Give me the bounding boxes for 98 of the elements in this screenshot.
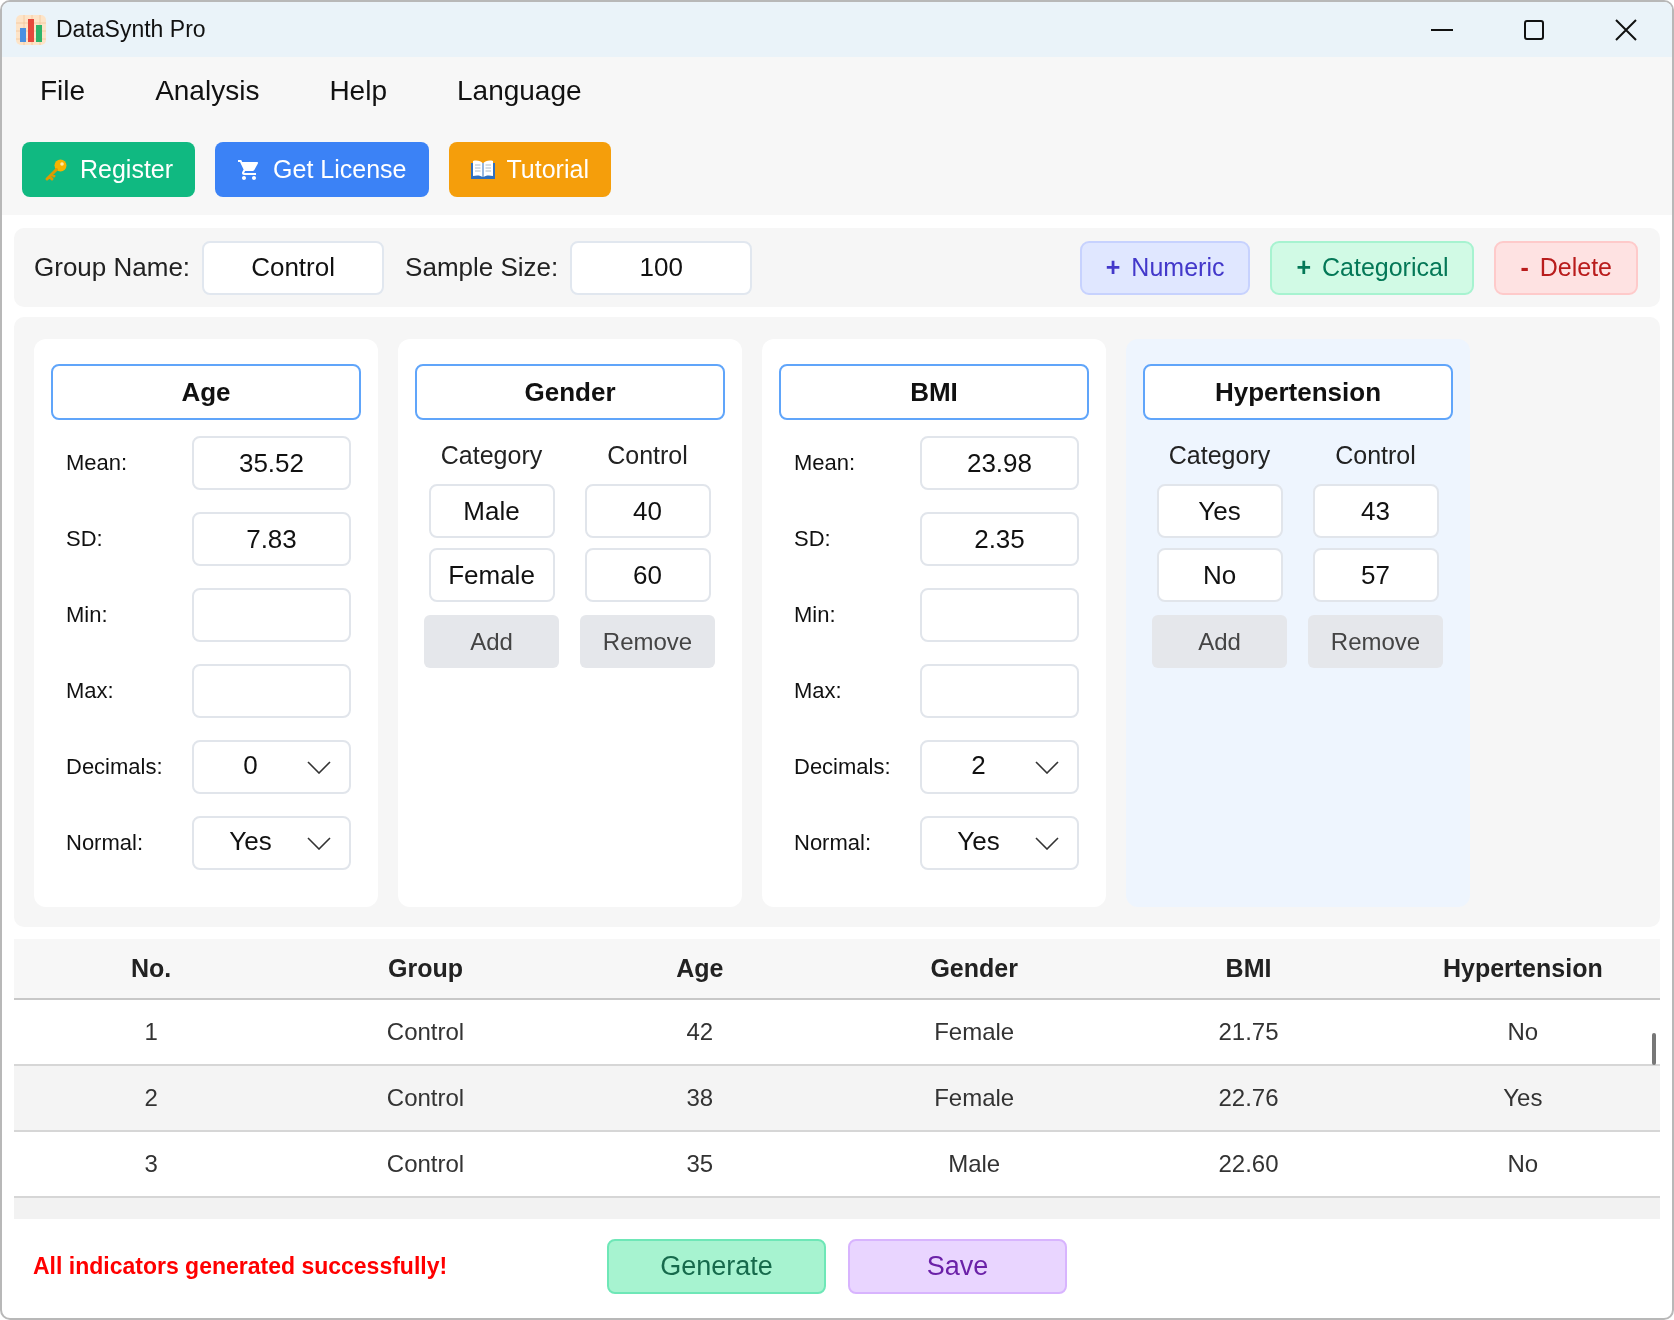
- table-cell-text: Female: [933, 1018, 1016, 1046]
- field-label: Mean:: [65, 450, 128, 476]
- value-field[interactable]: 2.35: [920, 512, 1079, 566]
- column-header: Control: [1335, 440, 1416, 470]
- footer-button[interactable]: Generate: [607, 1239, 826, 1294]
- variable-name-field[interactable]: Age: [51, 364, 361, 420]
- value-field[interactable]: [192, 664, 351, 718]
- variable-card[interactable]: Gender Category Control Male 40 Female 60 Add Remove: [398, 339, 742, 907]
- field-label: Max:: [793, 678, 842, 704]
- field-label: Normal:: [793, 830, 871, 856]
- chevron-down-icon: [307, 836, 331, 850]
- footer-button[interactable]: Save: [848, 1239, 1067, 1294]
- field-label: Normal:: [65, 830, 143, 856]
- action-button[interactable]: + Categorical: [1270, 240, 1475, 295]
- variable-name-field[interactable]: Gender: [415, 364, 725, 420]
- category-field[interactable]: No: [1156, 548, 1283, 602]
- field-label: SD:: [65, 526, 103, 552]
- category-field[interactable]: Female: [428, 548, 555, 602]
- table-cell-text: Female: [933, 1084, 1016, 1112]
- count-field[interactable]: 40: [584, 484, 711, 538]
- action-button[interactable]: + Numeric: [1079, 240, 1251, 295]
- value-field[interactable]: [920, 664, 1079, 718]
- menu-item[interactable]: File: [40, 75, 86, 107]
- table-cell-text: 22.76: [1217, 1084, 1280, 1112]
- column-header: Gender: [929, 954, 1019, 983]
- field-label: Mean:: [793, 450, 856, 476]
- variable-card[interactable]: Hypertension Category Control Yes 43 No 57 Add Remove: [1126, 339, 1470, 907]
- count-field[interactable]: 60: [584, 548, 711, 602]
- column-header: Age: [675, 954, 725, 983]
- variable-card[interactable]: Age Mean: 35.52 SD: 7.83 Min: Max: Decimals: 0 Normal: Yes: [34, 339, 378, 907]
- column-header: Group: [387, 954, 464, 983]
- category-field[interactable]: Male: [428, 484, 555, 538]
- table-cell-text: Yes: [1502, 1084, 1544, 1112]
- close-icon: [1615, 18, 1637, 41]
- card-button[interactable]: Add: [1152, 615, 1287, 668]
- maximize-icon: [1524, 19, 1544, 40]
- card-button[interactable]: Add: [424, 615, 559, 668]
- field-label: Min:: [65, 602, 108, 628]
- table-cell-text: 1: [143, 1018, 159, 1046]
- category-field[interactable]: Yes: [1156, 484, 1283, 538]
- bar-chart-icon: [16, 14, 46, 45]
- field-label: Decimals:: [65, 754, 163, 780]
- column-header: BMI: [1224, 954, 1273, 983]
- card-button[interactable]: Remove: [580, 615, 715, 668]
- menu-item[interactable]: Help: [329, 75, 387, 107]
- field-label: Sample Size:: [405, 252, 559, 283]
- dropdown[interactable]: Yes: [920, 816, 1079, 870]
- variable-name-field[interactable]: BMI: [779, 364, 1089, 420]
- field-label: Min:: [793, 602, 836, 628]
- table-cell-text: Control: [385, 1018, 466, 1046]
- table-cell-text: 2: [143, 1084, 159, 1112]
- scrollbar-thumb[interactable]: [1652, 1033, 1656, 1065]
- column-header: Hypertension: [1441, 954, 1604, 983]
- window-title: DataSynth Pro: [56, 16, 206, 43]
- value-field[interactable]: 23.98: [920, 436, 1079, 490]
- minimize-icon: [1431, 28, 1453, 31]
- dropdown[interactable]: 2: [920, 740, 1079, 794]
- chevron-down-icon: [307, 760, 331, 774]
- value-field[interactable]: [920, 588, 1079, 642]
- card-button[interactable]: Remove: [1308, 615, 1443, 668]
- key-icon: [44, 157, 68, 182]
- field-label: SD:: [793, 526, 831, 552]
- variable-name-field[interactable]: Hypertension: [1143, 364, 1453, 420]
- action-button[interactable]: - Delete: [1494, 240, 1638, 295]
- column-header: Category: [440, 440, 543, 470]
- column-header: No.: [130, 954, 173, 983]
- dropdown[interactable]: Yes: [192, 816, 351, 870]
- table-cell-text: 21.75: [1217, 1018, 1280, 1046]
- chevron-down-icon: [1035, 760, 1059, 774]
- toolbar-button[interactable]: Get License: [215, 142, 429, 197]
- table-cell-text: 42: [685, 1018, 715, 1046]
- value-field[interactable]: 35.52: [192, 436, 351, 490]
- status-message: All indicators generated successfully!: [33, 1253, 449, 1280]
- table-cell-text: 35: [685, 1150, 715, 1178]
- table-cell-text: 3: [143, 1150, 159, 1178]
- menu-item[interactable]: Analysis: [155, 75, 260, 107]
- dropdown[interactable]: 0: [192, 740, 351, 794]
- value-field[interactable]: [192, 588, 351, 642]
- sample-size-field[interactable]: 100: [570, 240, 753, 295]
- count-field[interactable]: 43: [1312, 484, 1439, 538]
- count-field[interactable]: 57: [1312, 548, 1439, 602]
- table-cell-text: 22.60: [1217, 1150, 1280, 1178]
- table-cell-text: Control: [385, 1084, 466, 1112]
- field-label: Decimals:: [793, 754, 891, 780]
- group-name-field[interactable]: Control: [202, 240, 385, 295]
- value-field[interactable]: 7.83: [192, 512, 351, 566]
- menu-item[interactable]: Language: [457, 75, 582, 107]
- table-cell-text: 38: [685, 1084, 715, 1112]
- field-label: Group Name:: [34, 252, 191, 283]
- table-cell-text: Control: [385, 1150, 466, 1178]
- column-header: Category: [1168, 440, 1271, 470]
- table-cell-text: Male: [947, 1150, 1002, 1178]
- column-header: Control: [607, 440, 688, 470]
- variable-card[interactable]: BMI Mean: 23.98 SD: 2.35 Min: Max: Decimals: 2 Normal: Yes: [762, 339, 1106, 907]
- table-cell-text: No: [1506, 1018, 1540, 1046]
- table-cell-text: No: [1506, 1150, 1540, 1178]
- field-label: Max:: [65, 678, 114, 704]
- chevron-down-icon: [1035, 836, 1059, 850]
